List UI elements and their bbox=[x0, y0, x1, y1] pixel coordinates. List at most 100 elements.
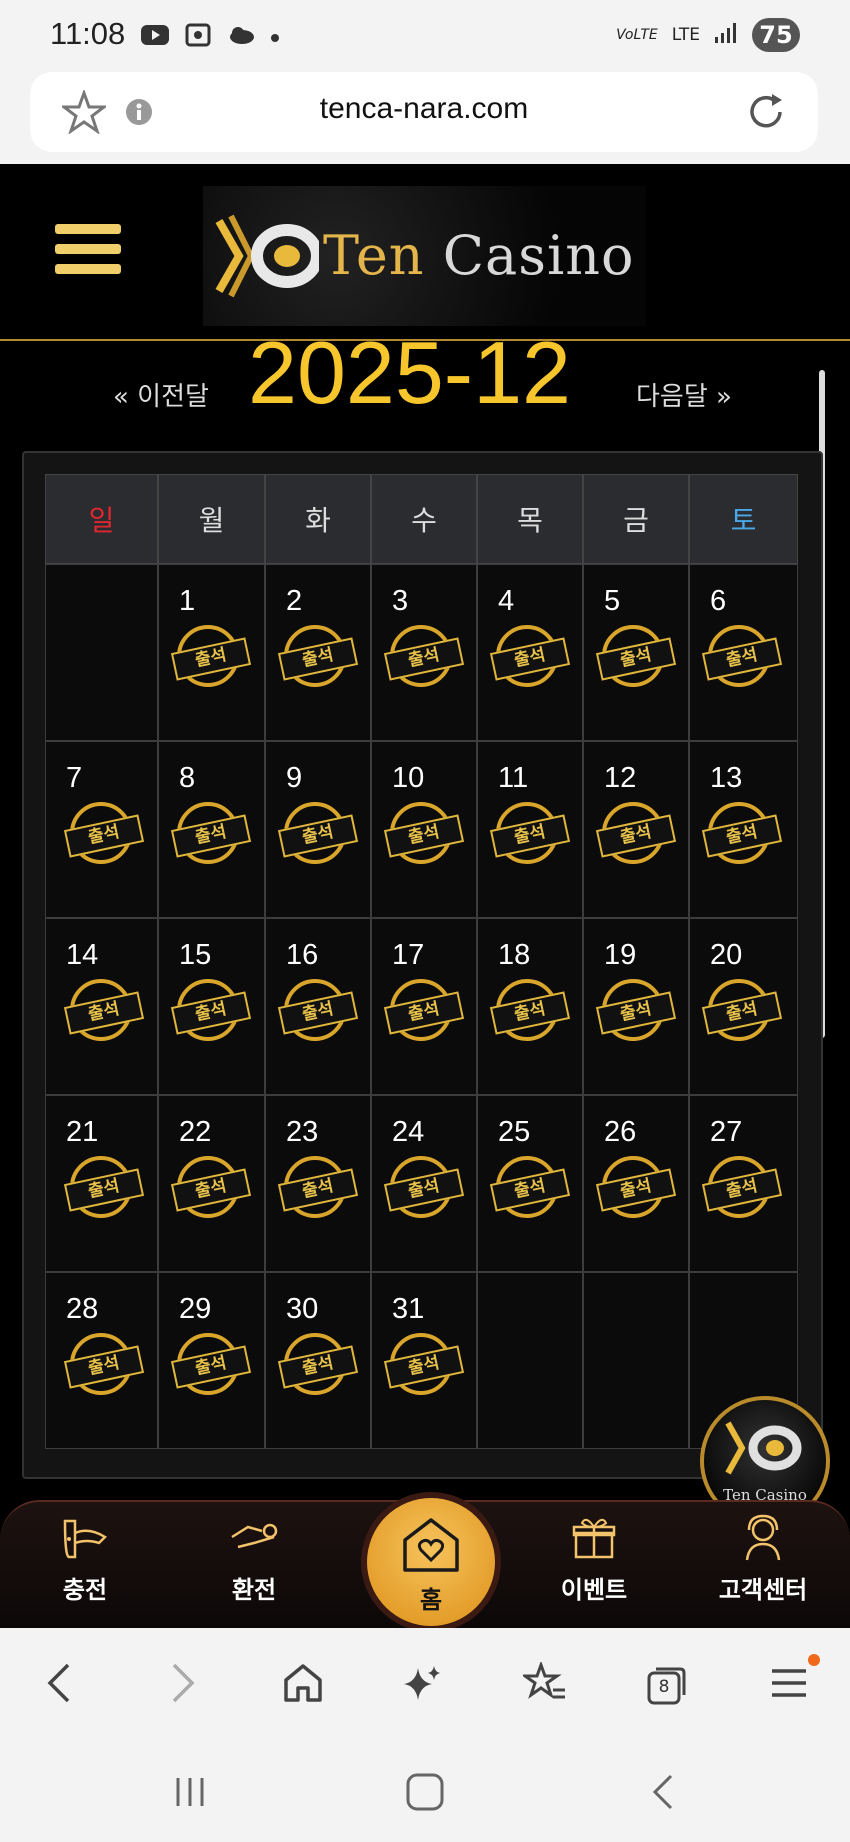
weekday-header: 수 bbox=[371, 474, 477, 564]
calendar-day-cell: 10 출석 bbox=[371, 741, 477, 918]
nav-support[interactable]: 고객센터 bbox=[703, 1508, 823, 1605]
nav-charge-label: 충전 bbox=[62, 1576, 108, 1604]
nav-event[interactable]: 이벤트 bbox=[534, 1508, 654, 1605]
calendar-day-cell: 6 출석 bbox=[689, 564, 798, 741]
chevron-right-icon bbox=[168, 1661, 198, 1709]
attendance-stamp-icon: 출석 bbox=[595, 1156, 677, 1218]
attendance-stamp-label: 출석 bbox=[63, 1345, 145, 1389]
calendar-day-cell: 9 출석 bbox=[265, 741, 371, 918]
day-number: 21 bbox=[66, 1116, 99, 1148]
home-heart-icon bbox=[399, 1514, 463, 1578]
attendance-stamp-icon: 출석 bbox=[383, 979, 465, 1041]
status-bar: 11:08 VoLTE LTE 75 bbox=[0, 0, 850, 72]
menu-button[interactable] bbox=[764, 1654, 820, 1708]
calendar-day-cell: 7 출석 bbox=[45, 741, 158, 918]
attendance-calendar: 일월화수목금토 1 출석 2 출석 3 출석 4 출석 5 출석 6 출석 7 출석 8 출석 9 출석 10 출석 1… bbox=[45, 474, 804, 1449]
nav-charge[interactable]: 충전 bbox=[25, 1508, 145, 1605]
day-number: 19 bbox=[604, 939, 637, 971]
attendance-stamp-label: 출석 bbox=[170, 637, 252, 681]
attendance-stamp-icon: 출석 bbox=[595, 802, 677, 864]
current-month-title: 2025-12 bbox=[248, 323, 571, 422]
weekday-header: 목 bbox=[477, 474, 583, 564]
day-number: 22 bbox=[179, 1116, 212, 1148]
volte-icon: VoLTE bbox=[616, 27, 658, 43]
hamburger-menu-button[interactable] bbox=[55, 224, 121, 284]
bookmarks-button[interactable] bbox=[520, 1660, 570, 1708]
day-number: 3 bbox=[392, 585, 409, 617]
calendar-day-cell: 2 출석 bbox=[265, 564, 371, 741]
day-number: 18 bbox=[498, 939, 531, 971]
calendar-day-cell: 1 출석 bbox=[158, 564, 265, 741]
attendance-stamp-label: 출석 bbox=[63, 991, 145, 1035]
tabs-button[interactable]: 8 bbox=[641, 1662, 691, 1708]
calendar-day-cell: 5 출석 bbox=[583, 564, 689, 741]
calendar-day-cell: 16 출석 bbox=[265, 918, 371, 1095]
attendance-stamp-icon: 출석 bbox=[170, 625, 252, 687]
calendar-day-cell: 12 출석 bbox=[583, 741, 689, 918]
forward-button[interactable] bbox=[158, 1662, 208, 1708]
day-number: 1 bbox=[179, 585, 196, 617]
ai-assist-button[interactable] bbox=[398, 1662, 448, 1708]
system-navigation-bar bbox=[0, 1738, 850, 1842]
attendance-stamp-icon: 출석 bbox=[170, 1156, 252, 1218]
attendance-stamp-label: 출석 bbox=[489, 1168, 571, 1212]
attendance-stamp-icon: 출석 bbox=[170, 979, 252, 1041]
day-number: 26 bbox=[604, 1116, 637, 1148]
attendance-stamp-icon: 출석 bbox=[489, 802, 571, 864]
url-text[interactable]: tenca-nara.com bbox=[30, 92, 818, 126]
attendance-stamp-icon: 출석 bbox=[701, 1156, 783, 1218]
day-number: 24 bbox=[392, 1116, 425, 1148]
nav-home-button[interactable]: 홈 bbox=[361, 1492, 501, 1632]
tab-count: 8 bbox=[658, 1677, 670, 1697]
attendance-stamp-label: 출석 bbox=[170, 1168, 252, 1212]
attendance-stamp-label: 출석 bbox=[277, 1168, 359, 1212]
day-number: 17 bbox=[392, 939, 425, 971]
month-navigation: « 이전달 2025-12 다음달 » bbox=[0, 323, 850, 422]
weekday-header: 월 bbox=[158, 474, 265, 564]
next-month-link[interactable]: 다음달 » bbox=[636, 376, 732, 413]
back-button[interactable] bbox=[34, 1662, 84, 1708]
attendance-stamp-label: 출석 bbox=[383, 637, 465, 681]
attendance-stamp-icon: 출석 bbox=[489, 1156, 571, 1218]
attendance-stamp-icon: 출석 bbox=[63, 979, 145, 1041]
day-number: 30 bbox=[286, 1293, 319, 1325]
weekday-header: 금 bbox=[583, 474, 689, 564]
attendance-stamp-label: 출석 bbox=[63, 814, 145, 858]
attendance-stamp-icon: 출석 bbox=[489, 625, 571, 687]
attendance-stamp-icon: 출석 bbox=[701, 802, 783, 864]
calendar-day-cell: 30 출석 bbox=[265, 1272, 371, 1449]
recents-button[interactable] bbox=[168, 1774, 212, 1814]
calendar-day-cell: 4 출석 bbox=[477, 564, 583, 741]
calendar-day-cell: 23 출석 bbox=[265, 1095, 371, 1272]
system-back-button[interactable] bbox=[640, 1774, 684, 1814]
attendance-stamp-label: 출석 bbox=[489, 814, 571, 858]
nav-exchange[interactable]: 환전 bbox=[194, 1508, 314, 1605]
weekday-header-row: 일월화수목금토 bbox=[45, 474, 804, 564]
screenshot-icon bbox=[184, 22, 212, 52]
day-number: 14 bbox=[66, 939, 99, 971]
day-number: 13 bbox=[710, 762, 743, 794]
prev-month-link[interactable]: « 이전달 bbox=[113, 376, 209, 413]
calendar-empty-cell bbox=[45, 564, 158, 741]
day-number: 6 bbox=[710, 585, 727, 617]
attendance-stamp-icon: 출석 bbox=[383, 625, 465, 687]
address-bar[interactable]: tenca-nara.com bbox=[30, 72, 818, 152]
attendance-stamp-icon: 출석 bbox=[277, 1156, 359, 1218]
attendance-stamp-label: 출석 bbox=[701, 991, 783, 1035]
weekday-header: 화 bbox=[265, 474, 371, 564]
day-number: 23 bbox=[286, 1116, 319, 1148]
attendance-stamp-label: 출석 bbox=[277, 1345, 359, 1389]
notification-dot-icon bbox=[808, 1654, 820, 1666]
reload-icon[interactable] bbox=[744, 90, 788, 138]
calendar-day-cell: 26 출석 bbox=[583, 1095, 689, 1272]
day-number: 20 bbox=[710, 939, 743, 971]
site-logo[interactable]: Ten Casino bbox=[203, 186, 646, 326]
attendance-stamp-icon: 출석 bbox=[701, 625, 783, 687]
attendance-stamp-label: 출석 bbox=[701, 637, 783, 681]
attendance-stamp-icon: 출석 bbox=[170, 1333, 252, 1395]
charge-icon bbox=[59, 1513, 111, 1565]
home-button[interactable] bbox=[278, 1662, 328, 1708]
system-home-button[interactable] bbox=[403, 1773, 447, 1814]
calendar-week-row: 1 출석 2 출석 3 출석 4 출석 5 출석 6 출석 bbox=[45, 564, 804, 741]
attendance-stamp-label: 출석 bbox=[383, 1345, 465, 1389]
